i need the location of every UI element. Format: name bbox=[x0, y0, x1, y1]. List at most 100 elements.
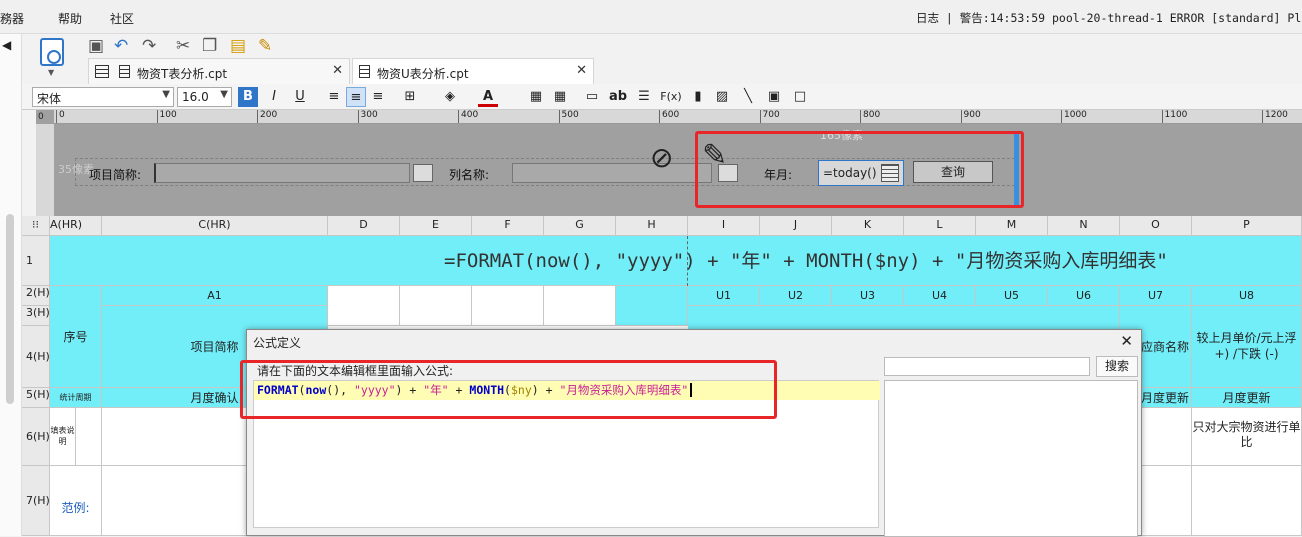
row-header[interactable]: 1 bbox=[22, 236, 50, 286]
seq-header-cell[interactable]: 序号 bbox=[50, 286, 102, 388]
save-icon[interactable]: ▣ bbox=[88, 36, 104, 56]
chart-icon[interactable]: ▮ bbox=[688, 87, 708, 107]
u-header-cell[interactable]: U5 bbox=[976, 286, 1048, 306]
formula-button[interactable]: F(x) bbox=[658, 87, 684, 107]
bulk-note-cell[interactable]: 只对大宗物资进行单 比 bbox=[1192, 408, 1302, 466]
column-header[interactable]: D bbox=[328, 216, 400, 236]
row-header[interactable]: 7(H) bbox=[22, 466, 50, 536]
hidden-eye-icon[interactable]: ⊘ bbox=[650, 141, 673, 174]
tab-t-analysis[interactable]: 物资T表分析.cpt ✕ bbox=[88, 58, 350, 84]
empty-cell[interactable] bbox=[76, 408, 102, 466]
redo-icon[interactable]: ↷ bbox=[142, 36, 156, 56]
column-header[interactable]: J bbox=[760, 216, 832, 236]
example-cell[interactable]: 范例: bbox=[50, 466, 102, 536]
column-header[interactable]: N bbox=[1048, 216, 1120, 236]
row-header[interactable]: 2(H) bbox=[22, 286, 50, 306]
column-header[interactable]: F bbox=[472, 216, 544, 236]
cyan-cell[interactable] bbox=[616, 286, 688, 326]
cut-icon[interactable]: ✂ bbox=[176, 36, 190, 56]
bold-button[interactable]: B bbox=[238, 87, 258, 107]
close-icon[interactable]: ✕ bbox=[332, 63, 343, 78]
title-formula-cell[interactable]: =FORMAT(now(), "yyyy") + "年" + MONTH($ny… bbox=[50, 236, 1302, 286]
column-header[interactable]: G bbox=[544, 216, 616, 236]
column-header[interactable]: M bbox=[976, 216, 1048, 236]
menu-community[interactable]: 社区 bbox=[110, 10, 134, 27]
column-input[interactable] bbox=[512, 163, 712, 183]
new-template-icon[interactable] bbox=[40, 38, 64, 66]
italic-button[interactable]: I bbox=[264, 87, 284, 107]
underline-button[interactable]: U bbox=[290, 87, 310, 107]
undo-icon[interactable]: ↶ bbox=[114, 36, 128, 56]
project-input[interactable] bbox=[154, 163, 410, 183]
fill-color-icon[interactable]: ◈ bbox=[440, 87, 460, 107]
collapse-icon[interactable]: ◀ bbox=[2, 38, 11, 52]
align-left-icon[interactable]: ≡ bbox=[324, 87, 344, 107]
u-header-cell[interactable]: U3 bbox=[832, 286, 904, 306]
u-header-cell[interactable]: U7 bbox=[1120, 286, 1192, 306]
empty-cell[interactable] bbox=[544, 286, 616, 326]
u-header-cell[interactable]: U6 bbox=[1048, 286, 1120, 306]
stat-cell[interactable]: 统计周期 bbox=[50, 388, 102, 408]
menu-server[interactable]: 務器 bbox=[0, 10, 24, 27]
column-header[interactable]: A(HR) bbox=[50, 216, 102, 236]
ruler-tick: 1100 bbox=[1161, 110, 1187, 123]
align-center-icon[interactable]: ≡ bbox=[346, 87, 366, 107]
log-message[interactable]: 日志 | 警告:14:53:59 pool-20-thread-1 ERROR … bbox=[916, 10, 1302, 26]
border-icon[interactable]: ⊞ bbox=[400, 87, 420, 107]
table-icon[interactable]: ▦ bbox=[550, 87, 570, 107]
font-color-icon[interactable]: A bbox=[478, 87, 498, 107]
column-header[interactable]: P bbox=[1192, 216, 1302, 236]
fill-note-cell[interactable]: 填表说明 bbox=[50, 408, 76, 466]
ruler-tick: 200 bbox=[257, 110, 277, 123]
column-header[interactable]: L bbox=[904, 216, 976, 236]
empty-cell[interactable] bbox=[328, 286, 400, 326]
monthly-update-cell[interactable]: 月度更新 bbox=[1192, 388, 1302, 408]
empty-cell[interactable] bbox=[472, 286, 544, 326]
format-painter-icon[interactable]: ✎ bbox=[258, 36, 272, 56]
font-family-select[interactable]: 宋体 ▼ bbox=[32, 87, 174, 107]
slash-icon[interactable]: ╲ bbox=[738, 87, 758, 107]
column-header[interactable]: K bbox=[832, 216, 904, 236]
empty-cell[interactable] bbox=[1192, 466, 1302, 536]
row-header[interactable]: 5(H) bbox=[22, 388, 50, 408]
row-header[interactable]: 4(H) bbox=[22, 326, 50, 388]
copy-icon[interactable]: ❐ bbox=[202, 36, 217, 56]
subreport-icon[interactable]: ▣ bbox=[764, 87, 784, 107]
close-icon[interactable]: ✕ bbox=[576, 63, 587, 78]
search-button[interactable]: 搜索 bbox=[1096, 356, 1138, 377]
align-right-icon[interactable]: ≡ bbox=[368, 87, 388, 107]
u-header-cell[interactable]: U2 bbox=[760, 286, 832, 306]
ruler-tick: 400 bbox=[458, 110, 478, 123]
column-header[interactable]: E bbox=[400, 216, 472, 236]
close-icon[interactable]: ✕ bbox=[1120, 332, 1133, 350]
calendar-icon[interactable] bbox=[413, 164, 433, 182]
scrollbar[interactable] bbox=[6, 214, 14, 404]
column-header[interactable]: H bbox=[616, 216, 688, 236]
empty-cell[interactable] bbox=[400, 286, 472, 326]
cell-style-icon[interactable]: ▦ bbox=[526, 87, 546, 107]
a1-cell[interactable]: A1 bbox=[102, 286, 328, 306]
menu-help[interactable]: 帮助 bbox=[58, 10, 82, 27]
select-all-corner[interactable]: ⁝⁝ bbox=[22, 216, 50, 236]
tab-label: 物资T表分析.cpt bbox=[137, 67, 228, 81]
function-list[interactable] bbox=[884, 380, 1138, 537]
text-ab-button[interactable]: ab bbox=[608, 87, 628, 107]
u-header-cell[interactable]: U1 bbox=[688, 286, 760, 306]
column-header[interactable]: C(HR) bbox=[102, 216, 328, 236]
price-change-cell[interactable]: 较上月单价/元上浮 +) /下跌 (-) bbox=[1192, 306, 1302, 388]
dropdown-icon[interactable]: ▼ bbox=[48, 68, 54, 77]
u-header-cell[interactable]: U8 bbox=[1192, 286, 1302, 306]
u-header-cell[interactable]: U4 bbox=[904, 286, 976, 306]
search-input[interactable] bbox=[884, 357, 1090, 376]
column-header[interactable]: I bbox=[688, 216, 760, 236]
insert-text-icon[interactable]: ▭ bbox=[582, 87, 602, 107]
row-header[interactable]: 6(H) bbox=[22, 408, 50, 466]
image-icon[interactable]: ▨ bbox=[712, 87, 732, 107]
row-header[interactable]: 3(H) bbox=[22, 306, 50, 326]
frame-icon[interactable]: □ bbox=[790, 87, 810, 107]
font-size-select[interactable]: 16.0 ▼ bbox=[177, 87, 232, 107]
richtext-icon[interactable]: ☰ bbox=[634, 87, 654, 107]
paste-icon[interactable]: ▤ bbox=[230, 36, 246, 56]
column-header[interactable]: O bbox=[1120, 216, 1192, 236]
tab-u-analysis[interactable]: 物资U表分析.cpt ✕ bbox=[352, 58, 594, 84]
